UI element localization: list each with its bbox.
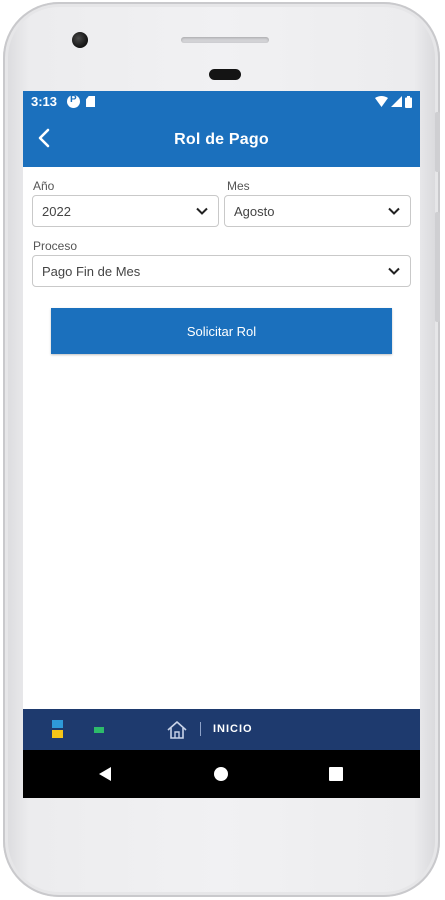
wifi-icon xyxy=(375,96,388,107)
system-back-icon[interactable] xyxy=(97,766,113,782)
notification-p-icon xyxy=(67,94,81,108)
month-label: Mes xyxy=(227,179,250,193)
power-button xyxy=(435,212,440,322)
process-label: Proceso xyxy=(33,239,78,253)
status-time: 3:13 xyxy=(31,94,58,109)
year-label: Año xyxy=(33,179,55,193)
month-value: Agosto xyxy=(234,203,275,219)
status-bar: 3:13 xyxy=(23,91,420,112)
home-icon[interactable] xyxy=(166,720,188,740)
sd-card-icon xyxy=(86,96,96,107)
volume-button xyxy=(435,112,440,172)
status-indicator-icon xyxy=(94,727,104,733)
system-home-icon[interactable] xyxy=(214,767,228,781)
home-nav-label[interactable]: INICIO xyxy=(213,723,253,735)
year-select[interactable]: 2022 xyxy=(32,195,219,227)
nav-divider xyxy=(200,722,201,736)
front-camera xyxy=(72,32,88,48)
chevron-down-icon xyxy=(388,267,400,275)
battery-icon xyxy=(405,95,412,108)
request-payroll-button[interactable]: Solicitar Rol xyxy=(51,308,392,354)
signal-icon xyxy=(391,96,402,107)
device-screen: 3:13 Rol de Pago Año 2022 Mes Agosto Pro… xyxy=(23,91,420,798)
brand-logo-icon xyxy=(52,720,63,728)
bottom-nav: INICIO xyxy=(23,709,420,750)
app-bar: Rol de Pago xyxy=(23,112,420,167)
earpiece xyxy=(209,69,241,80)
process-value: Pago Fin de Mes xyxy=(42,263,141,279)
year-value: 2022 xyxy=(42,203,71,219)
top-speaker xyxy=(181,37,269,43)
month-select[interactable]: Agosto xyxy=(224,195,411,227)
status-icons xyxy=(375,95,412,108)
chevron-down-icon xyxy=(196,207,208,215)
brand-logo-icon-accent xyxy=(52,730,63,738)
chevron-down-icon xyxy=(388,207,400,215)
page-title: Rol de Pago xyxy=(174,131,269,148)
system-nav-bar xyxy=(23,750,420,798)
process-select[interactable]: Pago Fin de Mes xyxy=(32,255,411,287)
system-recents-icon[interactable] xyxy=(329,767,343,781)
